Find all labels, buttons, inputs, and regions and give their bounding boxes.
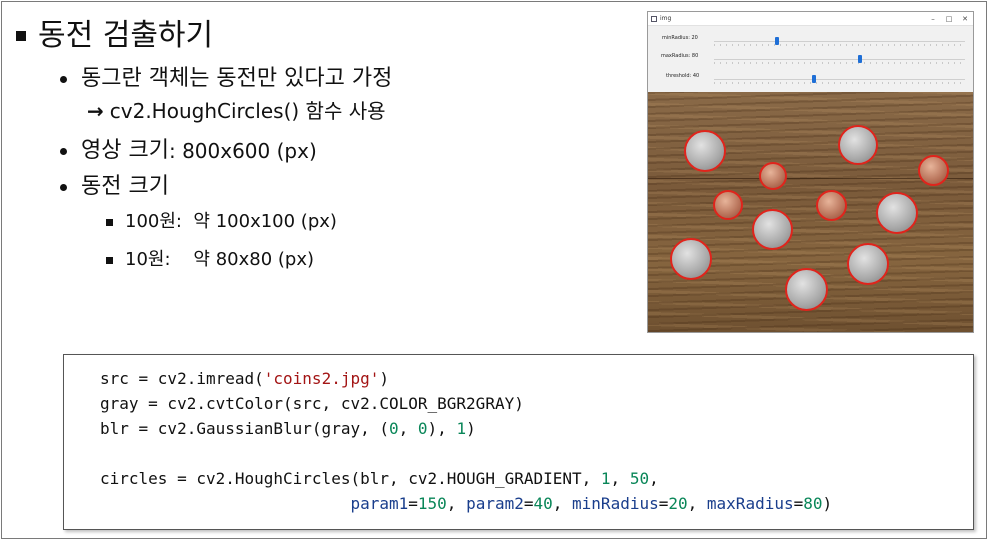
slide: 동전 검출하기 동그란 객체는 동전만 있다고 가정 → cv2.HoughCir… (1, 1, 987, 539)
coin-100-detected (670, 238, 712, 280)
arrow-line-text: cv2.HoughCircles() 함수 사용 (109, 99, 386, 123)
trackbar-thumb[interactable] (857, 55, 862, 63)
code-block: src = cv2.imread('coins2.jpg') gray = cv… (63, 354, 974, 530)
trackbar-thumb[interactable] (774, 37, 779, 45)
bullet-assumption: 동그란 객체는 동전만 있다고 가정 (60, 64, 392, 94)
coins-photo (648, 92, 973, 332)
window-title: img (660, 15, 672, 22)
sub-bullet-10: 10원: 약 80x80 (px) (106, 247, 314, 273)
coin-10-detected (918, 155, 949, 186)
trackbar-track[interactable] (714, 59, 965, 60)
bullet-image-size-label: 영상 크기 (81, 138, 169, 163)
square-bullet-icon (106, 218, 113, 226)
right-arrow-icon: → (87, 99, 104, 123)
code-listing: src = cv2.imread('coins2.jpg') gray = cv… (100, 366, 832, 516)
bullet-assumption-text: 동그란 객체는 동전만 있다고 가정 (81, 66, 393, 91)
bullet-dot-icon (60, 75, 67, 83)
window-app-icon (651, 15, 657, 22)
trackbar-track[interactable] (714, 41, 965, 42)
bullet-coin-size-text: 동전 크기 (81, 174, 169, 199)
maximize-icon[interactable]: □ (941, 15, 957, 23)
coin-100-detected (684, 130, 726, 172)
coin-10-detected (713, 190, 743, 220)
minimize-icon[interactable]: – (925, 15, 941, 23)
square-bullet-icon (106, 256, 113, 264)
code-line-3: blr = cv2.GaussianBlur(gray, (0, 0), 1) (100, 419, 476, 438)
image-window: img – □ ✕ minRadius: 20 maxRadius: 80 th… (647, 11, 974, 333)
square-bullet-icon (16, 31, 26, 41)
close-icon[interactable]: ✕ (957, 15, 973, 23)
sub-bullet-100: 100원: 약 100x100 (px) (106, 209, 337, 235)
code-line-1: src = cv2.imread('coins2.jpg') (100, 369, 389, 388)
code-line-2: gray = cv2.cvtColor(src, cv2.COLOR_BGR2G… (100, 394, 524, 413)
bullet-dot-icon (60, 183, 67, 191)
coin-10-detected (759, 162, 787, 190)
trackbar-ticks (714, 82, 965, 84)
bullet-image-size-value: : 800x600 (px) (168, 139, 317, 163)
trackbar-ticks (714, 44, 965, 46)
sub-bullet-100-value: : 약 100x100 (px) (175, 211, 337, 232)
code-line-6: param1=150, param2=40, minRadius=20, max… (350, 494, 833, 513)
trackbar-thumb[interactable] (812, 75, 817, 83)
coin-10-detected (816, 190, 847, 221)
slide-title-text: 동전 검출하기 (38, 18, 214, 53)
trackbar-min-radius: minRadius: 20 (648, 32, 973, 48)
coin-100-detected (838, 125, 878, 165)
trackbar-label: threshold: 40 (666, 73, 700, 79)
window-titlebar: img – □ ✕ (648, 12, 973, 26)
code-line-5: circles = cv2.HoughCircles(blr, cv2.HOUG… (100, 469, 659, 488)
slide-title: 동전 검출하기 (16, 16, 213, 56)
trackbar-track[interactable] (714, 79, 965, 80)
arrow-line: → cv2.HoughCircles() 함수 사용 (87, 97, 386, 125)
bullet-dot-icon (60, 147, 67, 155)
sub-bullet-10-label: 10원 (125, 249, 165, 270)
coin-100-detected (847, 243, 889, 285)
sub-bullet-100-label: 100원 (125, 211, 176, 232)
trackbar-label: minRadius: 20 (662, 35, 698, 41)
trackbar-label: maxRadius: 80 (661, 53, 699, 59)
sub-bullet-10-value: : 약 80x80 (px) (164, 249, 315, 270)
coin-100-detected (876, 192, 918, 234)
coin-100-detected (785, 268, 828, 311)
trackbar-ticks (714, 62, 965, 64)
coin-100-detected (752, 209, 793, 250)
trackbar-max-radius: maxRadius: 80 (648, 50, 973, 66)
trackbar-threshold: threshold: 40 (648, 70, 973, 86)
bullet-image-size: 영상 크기: 800x600 (px) (60, 136, 317, 166)
bullet-coin-size: 동전 크기 (60, 172, 169, 202)
